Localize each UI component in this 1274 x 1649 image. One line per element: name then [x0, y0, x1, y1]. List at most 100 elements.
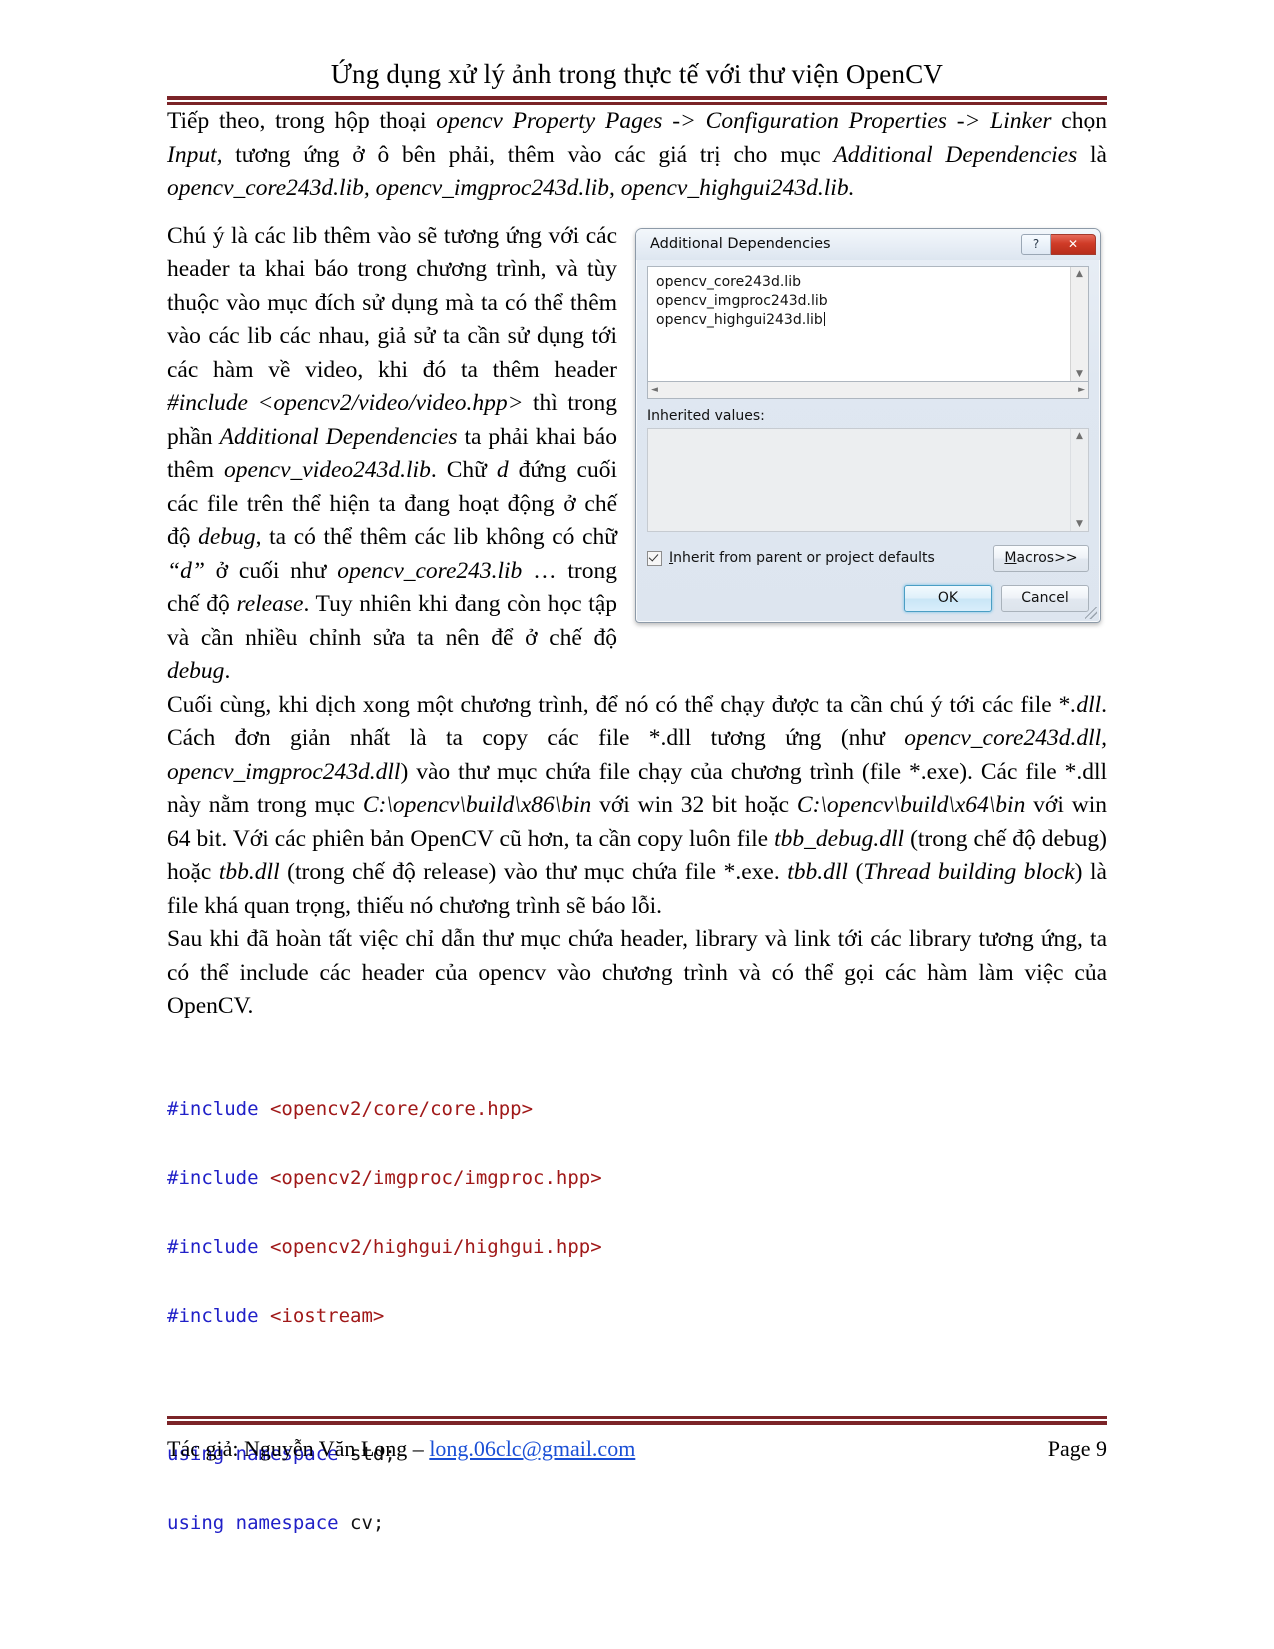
- text-run-italic: debug: [198, 524, 256, 551]
- text-run: . Chữ: [430, 457, 497, 484]
- code-string: <iostream>: [258, 1304, 385, 1327]
- text-run-italic: .dll: [1070, 691, 1102, 718]
- label-rest: acros>>: [1016, 550, 1078, 567]
- text-run: Tiếp theo, trong hộp thoại: [167, 108, 437, 135]
- text-run-italic: C:\opencv\build\x64\bin: [796, 792, 1026, 819]
- code-line: using namespace cv;: [167, 1512, 1107, 1535]
- text-run: chọn: [1051, 108, 1107, 135]
- text-run-italic: Additional Dependencies: [833, 141, 1078, 168]
- inherited-values-textarea: ▲ ▼: [647, 427, 1089, 532]
- text-run-italic: opencv_video243d.lib: [223, 457, 431, 484]
- text-run: là: [1077, 141, 1107, 168]
- text-run: ở cuối như: [204, 557, 338, 584]
- inherit-defaults-row: Inherit from parent or project defaults …: [647, 544, 1089, 572]
- document-header: Ứng dụng xử lý ảnh trong thực tế với thư…: [167, 0, 1107, 90]
- code-block: #include <opencv2/core/core.hpp> #includ…: [167, 1052, 1107, 1649]
- resize-grip-icon[interactable]: [1085, 606, 1097, 619]
- code-string: <opencv2/highgui/highgui.hpp>: [258, 1235, 602, 1258]
- help-icon[interactable]: ?: [1021, 233, 1051, 255]
- inherited-values-label: Inherited values:: [647, 407, 765, 424]
- footer-author: Tác giả: Nguyễn Văn Long – long.06clc@gm…: [167, 1436, 635, 1462]
- footer-divider: [167, 1416, 1107, 1425]
- text-run-italic: Input,: [167, 141, 223, 168]
- paragraph-summary: Sau khi đã hoàn tất việc chỉ dẫn thư mục…: [167, 926, 1107, 1020]
- text-run-italic: tbb_debug.dll: [774, 825, 905, 852]
- macros-button[interactable]: Macros>>: [993, 544, 1089, 572]
- accelerator-letter: M: [1004, 550, 1017, 567]
- text-run: Chú ý là các lib thêm vào sẽ tương ứng v…: [167, 222, 617, 383]
- code-line: #include <opencv2/imgproc/imgproc.hpp>: [167, 1167, 1107, 1190]
- code-string: <opencv2/imgproc/imgproc.hpp>: [258, 1166, 602, 1189]
- dependencies-horizontal-scrollbar[interactable]: ◄ ►: [647, 381, 1089, 399]
- dialog-titlebar[interactable]: Additional Dependencies ? ✕: [636, 228, 1100, 260]
- inherit-defaults-checkbox[interactable]: [647, 550, 662, 566]
- text-run: tương ứng ở ô bên phải, thêm vào các giá…: [222, 141, 834, 168]
- code-line: #include <iostream>: [167, 1305, 1107, 1328]
- footer-row: Tác giả: Nguyễn Văn Long – long.06clc@gm…: [167, 1436, 1107, 1462]
- dependency-line: opencv_imgproc243d.lib: [656, 292, 828, 309]
- scroll-down-arrow-icon[interactable]: ▼: [1076, 367, 1083, 381]
- text-run-italic: C:\opencv\build\x86\bin: [362, 792, 592, 819]
- wrap-block: Additional Dependencies ? ✕ opencv_core2…: [167, 220, 1107, 689]
- text-run-italic: debug: [167, 658, 225, 685]
- text-run-italic: opencv_core243.lib: [337, 557, 523, 584]
- close-icon[interactable]: ✕: [1051, 233, 1096, 255]
- text-run: .: [224, 658, 231, 685]
- text-run: Cuối cùng, khi dịch xong một chương trìn…: [167, 691, 1071, 718]
- scroll-down-arrow-icon[interactable]: ▼: [1076, 517, 1083, 531]
- footer-author-prefix: Tác giả: Nguyễn Văn Long –: [167, 1436, 430, 1461]
- dialog-body: opencv_core243d.lib opencv_imgproc243d.l…: [636, 260, 1100, 622]
- dialog-title: Additional Dependencies: [650, 236, 831, 253]
- code-keyword: using namespace: [167, 1511, 339, 1534]
- paragraph-intro: Tiếp theo, trong hộp thoại opencv Proper…: [167, 105, 1107, 206]
- additional-dependencies-dialog[interactable]: Additional Dependencies ? ✕ opencv_core2…: [635, 227, 1101, 623]
- dependencies-textarea[interactable]: opencv_core243d.lib opencv_imgproc243d.l…: [647, 265, 1089, 382]
- inherited-vertical-scrollbar[interactable]: ▲ ▼: [1070, 428, 1088, 531]
- dependency-line: opencv_core243d.lib: [656, 273, 801, 290]
- text-run-italic: release: [236, 591, 304, 618]
- footer-email-link[interactable]: long.06clc@gmail.com: [429, 1436, 635, 1461]
- code-line: #include <opencv2/highgui/highgui.hpp>: [167, 1236, 1107, 1259]
- text-run-italic: opencv_core243d.lib, opencv_imgproc243d.…: [167, 175, 855, 202]
- scroll-right-arrow-icon[interactable]: ►: [1078, 385, 1085, 395]
- inherit-defaults-label: Inherit from parent or project defaults: [669, 550, 993, 566]
- dialog-window-buttons: ? ✕: [1021, 233, 1096, 255]
- code-keyword: #include: [167, 1235, 259, 1258]
- paragraph-dll: Cuối cùng, khi dịch xong một chương trìn…: [167, 689, 1107, 924]
- dialog-float-container: Additional Dependencies ? ✕ opencv_core2…: [635, 227, 1107, 623]
- cancel-button[interactable]: Cancel: [1001, 584, 1089, 612]
- text-run: (trong chế độ release) vào thư mục chứa …: [279, 859, 788, 886]
- code-keyword: #include: [167, 1166, 259, 1189]
- footer-page-number: Page 9: [1047, 1436, 1107, 1461]
- text-run-italic: tbb.dll: [787, 859, 848, 886]
- text-run-italic: opencv Property Pages -> Configuration P…: [436, 108, 1052, 135]
- document-page: Ứng dụng xử lý ảnh trong thực tế với thư…: [0, 0, 1274, 1649]
- code-string: <opencv2/core/core.hpp>: [258, 1097, 534, 1120]
- ok-button[interactable]: OK: [904, 584, 992, 612]
- page-title: Ứng dụng xử lý ảnh trong thực tế với thư…: [330, 59, 944, 89]
- text-run: với win 32 bit hoặc: [591, 792, 797, 819]
- scroll-up-arrow-icon[interactable]: ▲: [1076, 429, 1083, 443]
- dialog-button-row: OK Cancel: [647, 584, 1089, 612]
- text-run-italic: Additional Dependencies: [219, 423, 458, 450]
- text-run: (: [847, 859, 864, 886]
- code-line: #include <opencv2/core/core.hpp>: [167, 1098, 1107, 1121]
- code-keyword: #include: [167, 1304, 259, 1327]
- header-divider: [167, 96, 1107, 106]
- scroll-left-arrow-icon[interactable]: ◄: [651, 385, 658, 395]
- footer-rule-thick: [167, 1421, 1107, 1425]
- text-run-italic: d: [496, 457, 509, 484]
- dependency-line: opencv_highgui243d.lib: [656, 311, 1080, 330]
- page-content: Ứng dụng xử lý ảnh trong thực tế với thư…: [167, 0, 1107, 1649]
- text-run-italic: Thread building block: [863, 859, 1075, 886]
- text-run: , ta có thể thêm các lib không có chữ: [255, 524, 617, 551]
- text-run-italic: tbb.dll: [218, 859, 280, 886]
- dependencies-vertical-scrollbar[interactable]: ▲ ▼: [1070, 266, 1088, 381]
- code-plain: cv;: [338, 1511, 385, 1534]
- code-keyword: #include: [167, 1097, 259, 1120]
- label-rest: nherit from parent or project defaults: [673, 550, 935, 567]
- scroll-up-arrow-icon[interactable]: ▲: [1076, 267, 1083, 281]
- document-footer: Tác giả: Nguyễn Văn Long – long.06clc@gm…: [167, 1416, 1107, 1462]
